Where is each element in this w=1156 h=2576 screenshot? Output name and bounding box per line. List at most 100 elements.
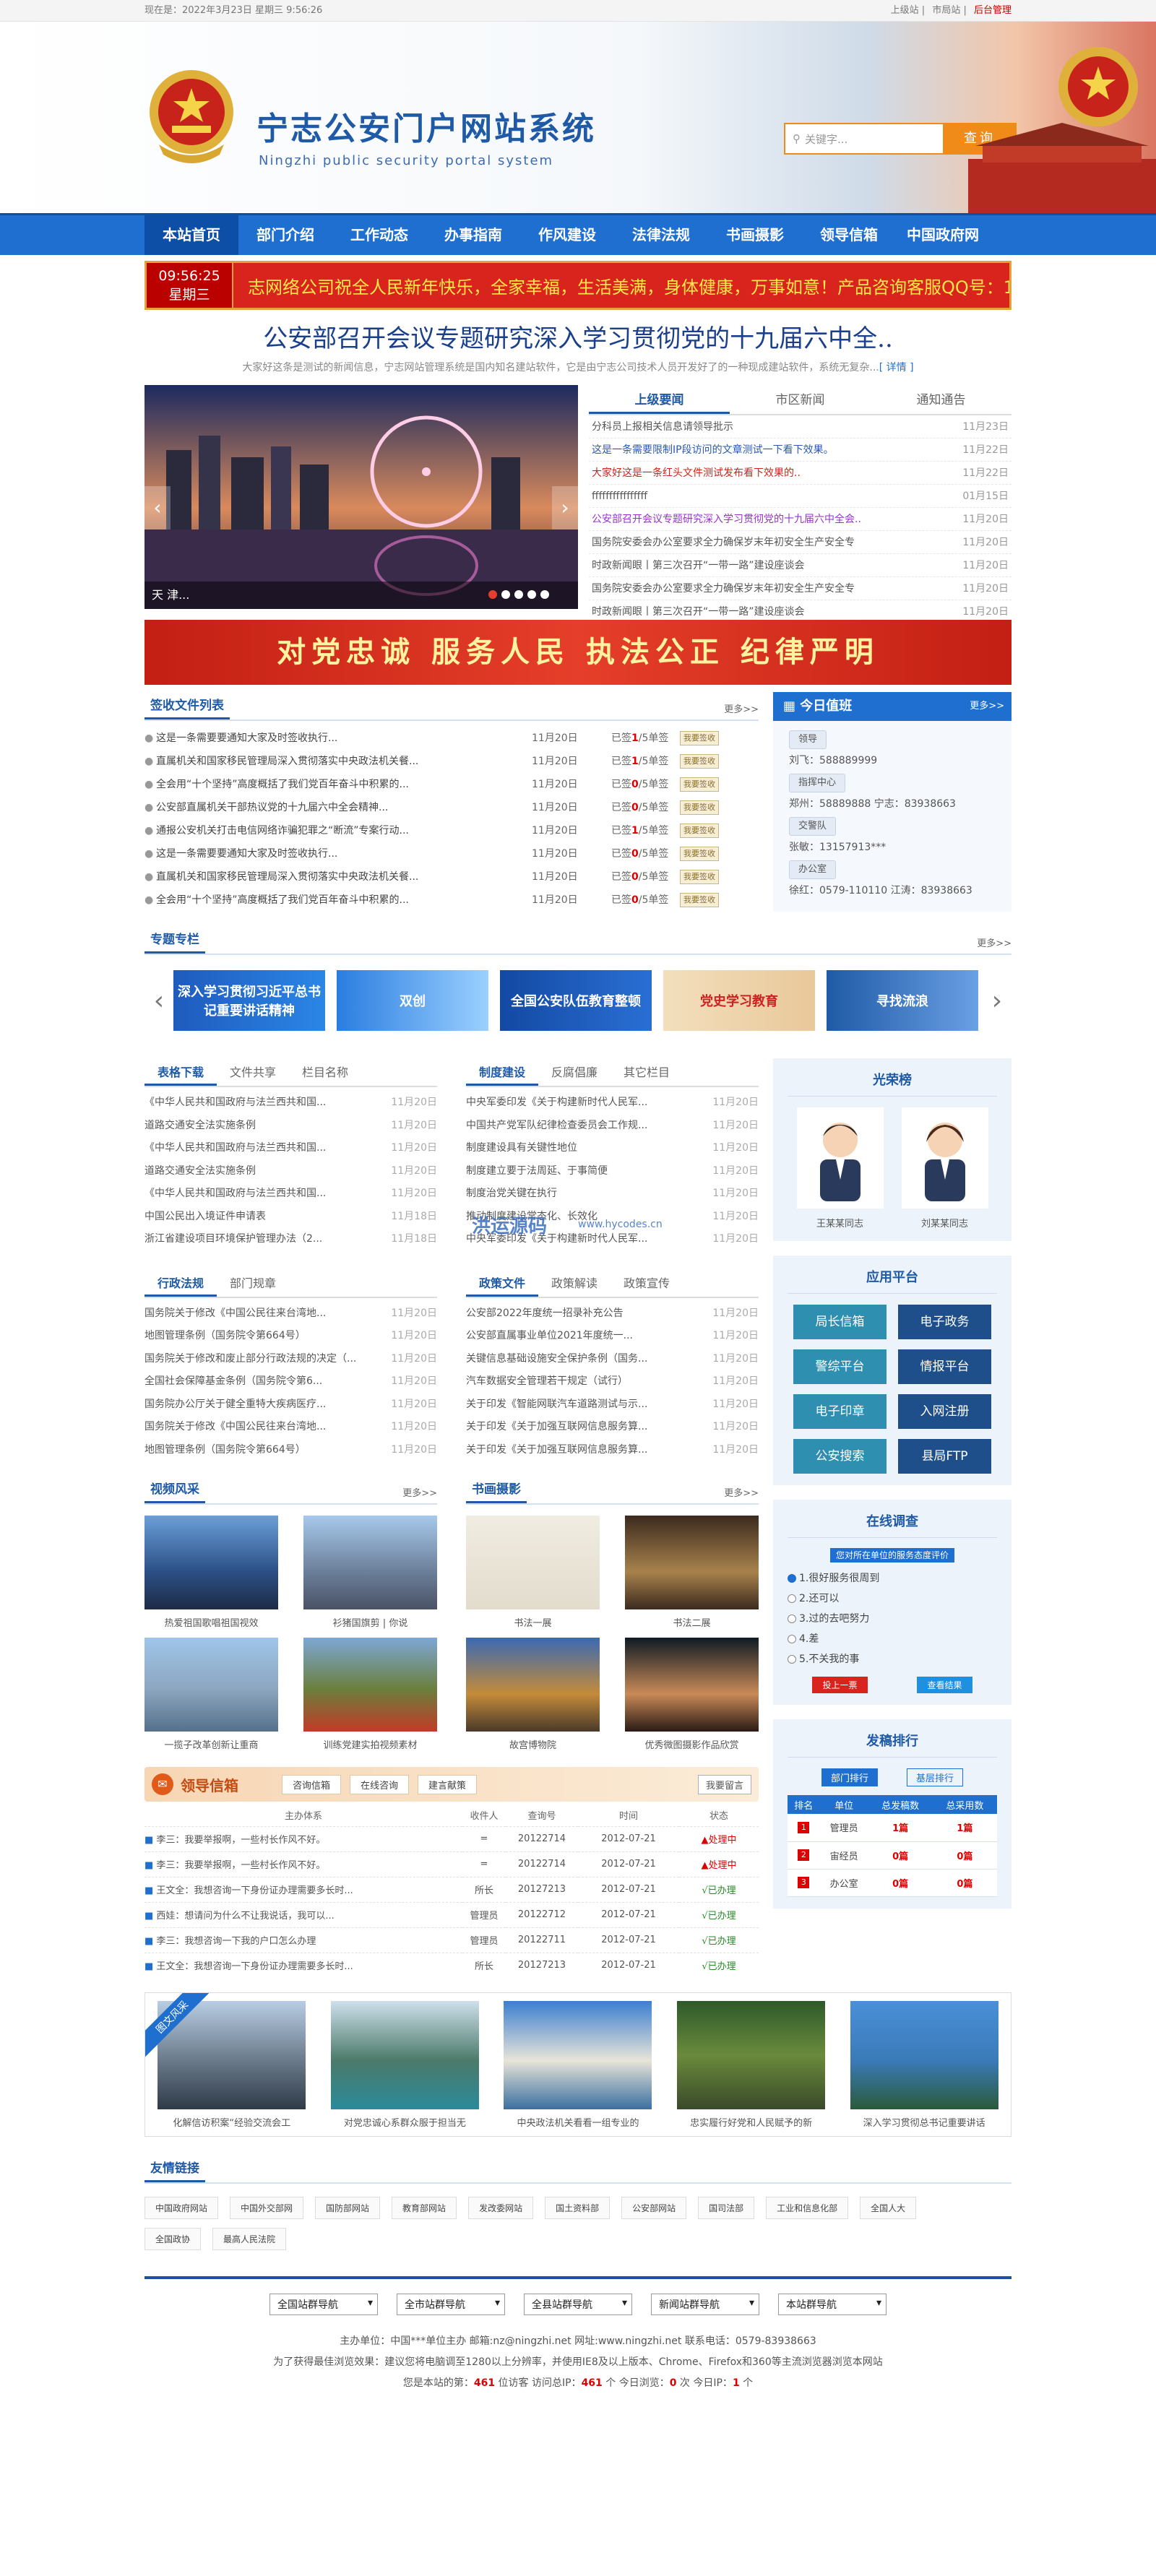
sign-item-title[interactable]: 全会用“十个坚持”高度概括了我们党百年奋斗中积累的... xyxy=(156,889,532,912)
list-item-title[interactable]: 公安部直属事业单位2021年度统一... xyxy=(466,1325,697,1348)
news-item-title[interactable]: 公安部召开会议专题研究深入学习贯彻党的十九届六中全会.. xyxy=(592,508,931,530)
ticker-text[interactable]: 志网络公司祝全人民新年快乐，全家幸福，生活美满，身体健康，万事如意！产品咨询客服… xyxy=(233,273,1009,298)
tab-base-rank[interactable]: 基层排行 xyxy=(907,1768,964,1786)
duty-more-link[interactable]: 更多>> xyxy=(970,692,1012,721)
photo-item[interactable]: 深入学习贯彻总书记重要讲话 xyxy=(850,2000,998,2129)
leader-row[interactable]: ■ 王文全：我想咨询一下身份证办理需要多长时... 所长 20127213 2012-… xyxy=(144,1952,759,1978)
tab-policy-interpret[interactable]: 政策解读 xyxy=(538,1269,611,1297)
friend-link[interactable]: 全国政协 xyxy=(144,2228,202,2250)
tab-policy-promo[interactable]: 政策宣传 xyxy=(611,1269,683,1297)
friend-link[interactable]: 国司法部 xyxy=(698,2197,755,2219)
news-item-title[interactable]: 时政新闻眼丨第三次召开“一带一路”建设座谈会 xyxy=(592,554,931,576)
list-item-title[interactable]: 国务院关于修改《中国公民往来台湾地... xyxy=(144,1416,376,1439)
app-button[interactable]: 公安搜索 xyxy=(793,1439,887,1474)
app-button[interactable]: 警综平台 xyxy=(793,1349,887,1384)
list-item-title[interactable]: 制度治党关键在执行 xyxy=(466,1183,697,1206)
sign-button[interactable]: 我要签收 xyxy=(680,754,719,769)
list-item[interactable]: 道路交通安全法实施条例 11月20日 xyxy=(144,1115,437,1138)
leader-subject[interactable]: 李三：我要举报啊，一些村长作风不好。 xyxy=(156,1860,325,1871)
list-item-title[interactable]: 国务院关于修改《中国公民往来台湾地... xyxy=(144,1302,376,1326)
list-item[interactable]: 地图管理条例（国务院令第664号） 11月20日 xyxy=(144,1325,437,1348)
list-item[interactable]: 国务院关于修改《中国公民往来台湾地... 11月20日 xyxy=(144,1416,437,1439)
app-button[interactable]: 入网注册 xyxy=(898,1394,991,1429)
leader-subject[interactable]: 王文全：我想咨询一下身份证办理需要多长时... xyxy=(156,1961,353,1972)
honor-person[interactable]: 刘某某同志 xyxy=(901,1107,988,1229)
tab-suggestions[interactable]: 建言献策 xyxy=(418,1774,478,1794)
tab-notice[interactable]: 通知通告 xyxy=(871,385,1012,414)
photo-item[interactable]: 忠实履行好党和人民赋予的新 xyxy=(677,2000,826,2129)
friend-link[interactable]: 中国外交部网 xyxy=(230,2197,304,2219)
news-item-title[interactable]: ffffffffffffffff xyxy=(592,485,931,507)
news-item-title[interactable]: 大家好这是一条红头文件测试发布看下效果的.. xyxy=(592,462,931,484)
tab-online-consult[interactable]: 在线咨询 xyxy=(350,1774,410,1794)
tab-consult-mailbox[interactable]: 咨询信箱 xyxy=(282,1774,342,1794)
sign-item[interactable]: ● 通报公安机关打击电信网络诈骗犯罪之“断流”专案行动... 11月20日 已签1/5… xyxy=(144,819,759,842)
list-item-title[interactable]: 地图管理条例（国务院令第664号） xyxy=(144,1439,376,1462)
list-item-title[interactable]: 制度建设具有关键性地位 xyxy=(466,1137,697,1160)
list-item[interactable]: 公安部直属事业单位2021年度统一... 11月20日 xyxy=(466,1325,759,1348)
news-item[interactable]: 国务院安委会办公室要求全力确保岁末年初安全生产安全专 11月20日 xyxy=(589,531,1012,554)
sign-item-title[interactable]: 公安部直属机关干部热议党的十九届六中全会精神... xyxy=(156,796,532,819)
list-item[interactable]: 关键信息基础设施安全保护条例（国务... 11月20日 xyxy=(466,1348,759,1371)
app-button[interactable]: 局长信箱 xyxy=(793,1305,887,1339)
slider-dot[interactable] xyxy=(527,590,536,599)
headline-title[interactable]: 公安部召开会议专题研究深入学习贯彻党的十九届六中全.. xyxy=(144,319,1012,354)
top-link-admin[interactable]: 后台管理 xyxy=(974,5,1012,16)
gallery-item[interactable]: 衫猪国旗剪 | 你说 xyxy=(303,1516,437,1629)
tab-column-name[interactable]: 栏目名称 xyxy=(289,1058,361,1086)
poll-option[interactable]: 2.还可以 xyxy=(788,1589,997,1609)
news-item[interactable]: 公安部召开会议专题研究深入学习贯彻党的十九届六中全会.. 11月20日 xyxy=(589,508,1012,531)
list-item-title[interactable]: 关于印发《关于加强互联网信息服务算... xyxy=(466,1416,697,1439)
nav-select[interactable]: 本站群导航 ▾ xyxy=(778,2294,887,2315)
sign-item[interactable]: ● 全会用“十个坚持”高度概括了我们党百年奋斗中积累的... 11月20日 已签0/5… xyxy=(144,773,759,796)
sign-item-title[interactable]: 通报公安机关打击电信网络诈骗犯罪之“断流”专案行动... xyxy=(156,819,532,842)
sign-item-title[interactable]: 全会用“十个坚持”高度概括了我们党百年奋斗中积累的... xyxy=(156,773,532,796)
news-item[interactable]: 分科员上报相关信息请领导批示 11月23日 xyxy=(589,415,1012,438)
nav-work[interactable]: 工作动态 xyxy=(332,215,426,255)
list-item[interactable]: 全国社会保障基金条例（国务院令第6... 11月20日 xyxy=(144,1370,437,1393)
news-item-title[interactable]: 这是一条需要限制IP段访问的文章测试一下看下效果。 xyxy=(592,438,931,461)
nav-select[interactable]: 全县站群导航 ▾ xyxy=(524,2294,632,2315)
list-item-title[interactable]: 浙江省建设项目环境保护管理办法（2... xyxy=(144,1228,376,1251)
list-item[interactable]: 关于印发《关于加强互联网信息服务算... 11月20日 xyxy=(466,1439,759,1462)
nav-guide[interactable]: 办事指南 xyxy=(426,215,520,255)
list-item[interactable]: 国务院办公厅关于健全重特大疾病医疗... 11月20日 xyxy=(144,1393,437,1417)
list-item[interactable]: 制度建立要于法周延、于事简便 11月20日 xyxy=(466,1160,759,1183)
list-item[interactable]: 道路交通安全法实施条例 11月20日 xyxy=(144,1160,437,1183)
gallery-item[interactable]: 一揽子改革创新让重商 xyxy=(144,1638,278,1751)
nav-mailbox[interactable]: 领导信箱 xyxy=(802,215,896,255)
leader-row[interactable]: ■ 李三：我要举报啊，一些村长作风不好。 = 20122714 2012-07-21 ▲… xyxy=(144,1825,759,1851)
tab-city-news[interactable]: 市区新闻 xyxy=(730,385,871,414)
sign-item[interactable]: ● 这是一条需要要通知大家及时签收执行... 11月20日 已签1/5单签 我要签收 xyxy=(144,727,759,750)
slider-dot[interactable] xyxy=(501,590,510,599)
slider-dot[interactable] xyxy=(488,590,497,599)
friend-link[interactable]: 发改委网站 xyxy=(468,2197,534,2219)
list-item-title[interactable]: 关于印发《智能网联汽车道路测试与示... xyxy=(466,1393,697,1417)
list-item[interactable]: 《中华人民共和国政府与法兰西共和国... 11月20日 xyxy=(144,1137,437,1160)
list-item-title[interactable]: 制度建立要于法周延、于事简便 xyxy=(466,1160,697,1183)
list-item[interactable]: 制度建设具有关键性地位 11月20日 xyxy=(466,1137,759,1160)
sign-item-title[interactable]: 直属机关和国家移民管理局深入贯彻落实中央政法机关餐... xyxy=(156,750,532,773)
top-link-city[interactable]: 市局站 xyxy=(932,5,960,16)
radio-button[interactable] xyxy=(788,1655,796,1664)
list-item-title[interactable]: 中国公民出入境证件申请表 xyxy=(144,1206,376,1229)
friend-link[interactable]: 国防部网站 xyxy=(315,2197,381,2219)
list-item-title[interactable]: 道路交通安全法实施条例 xyxy=(144,1115,376,1138)
sign-item[interactable]: ● 直属机关和国家移民管理局深入贯彻落实中央政法机关餐... 11月20日 已签0/5… xyxy=(144,865,759,889)
friend-link[interactable]: 公安部网站 xyxy=(621,2197,687,2219)
special-banner[interactable]: 深入学习贯彻习近平总书记重要讲话精神 xyxy=(173,970,325,1031)
view-results-button[interactable]: 查看结果 xyxy=(917,1677,972,1693)
sign-more-link[interactable]: 更多>> xyxy=(724,701,759,719)
news-item[interactable]: 国务院安委会办公室要求全力确保岁末年初安全生产安全专 11月20日 xyxy=(589,577,1012,600)
news-item[interactable]: ffffffffffffffff 01月15日 xyxy=(589,485,1012,508)
special-prev-arrow[interactable]: ‹ xyxy=(144,986,173,1016)
list-item-title[interactable]: 公安部2022年度统一招录补充公告 xyxy=(466,1302,697,1326)
list-item-title[interactable]: 道路交通安全法实施条例 xyxy=(144,1160,376,1183)
nav-select[interactable]: 全市站群导航 ▾ xyxy=(397,2294,505,2315)
honor-person[interactable]: 王某某同志 xyxy=(796,1107,884,1229)
list-item-title[interactable]: 关于印发《关于加强互联网信息服务算... xyxy=(466,1439,697,1462)
tab-policy-docs[interactable]: 政策文件 xyxy=(466,1269,538,1297)
list-item[interactable]: 关于印发《智能网联汽车道路测试与示... 11月20日 xyxy=(466,1393,759,1417)
list-item[interactable]: 中国公民出入境证件申请表 11月18日 xyxy=(144,1206,437,1229)
special-banner[interactable]: 双创 xyxy=(337,970,488,1031)
